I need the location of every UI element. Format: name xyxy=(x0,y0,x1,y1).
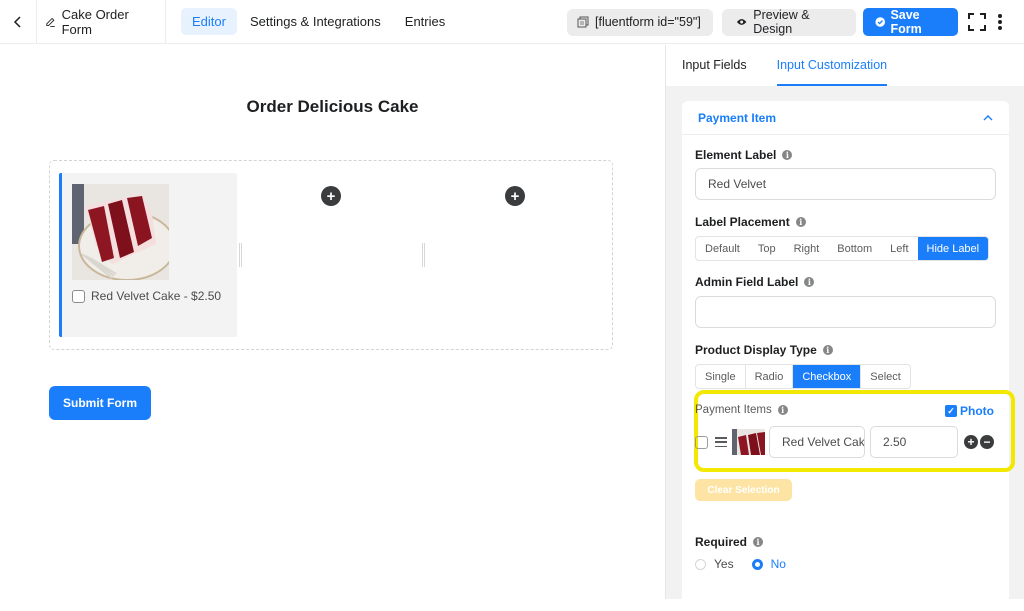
remove-item-icon[interactable]: − xyxy=(980,435,994,449)
preview-label: Preview & Design xyxy=(753,8,810,36)
photo-checkbox[interactable]: ✓ xyxy=(945,405,957,417)
product-checkbox[interactable] xyxy=(72,289,85,303)
shortcode-text: [fluentform id="59"] xyxy=(595,15,701,29)
photo-label: Photo xyxy=(960,404,994,418)
placement-bottom[interactable]: Bottom xyxy=(828,237,881,260)
more-options-icon[interactable] xyxy=(996,12,1004,32)
product-option[interactable]: Red Velvet Cake - $2.50 xyxy=(72,289,221,303)
product-display-type-text: Product Display Type xyxy=(695,343,817,357)
element-label-label: Element Label i xyxy=(695,148,793,162)
nav-settings-integrations[interactable]: Settings & Integrations xyxy=(239,8,392,35)
red-velvet-cake-image xyxy=(72,184,169,280)
required-no-label: No xyxy=(770,557,786,571)
display-single[interactable]: Single xyxy=(696,365,746,388)
header-actions: [fluentform id="59"] Preview & Design Sa… xyxy=(567,8,1024,36)
add-field-column-3-button[interactable]: + xyxy=(505,186,525,206)
product-label: Red Velvet Cake - $2.50 xyxy=(91,289,222,303)
column-resize-handle[interactable] xyxy=(239,243,242,267)
chevron-up-icon xyxy=(983,114,993,120)
placement-top[interactable]: Top xyxy=(749,237,785,260)
form-title[interactable]: Cake Order Form xyxy=(45,0,166,44)
placement-hide-label[interactable]: Hide Label xyxy=(917,237,989,260)
required-yes-label: Yes xyxy=(714,557,734,571)
form-heading: Order Delicious Cake xyxy=(246,97,419,116)
admin-field-label-input[interactable] xyxy=(695,296,996,328)
admin-field-label-text: Admin Field Label xyxy=(695,275,799,289)
product-display-type-selector: Single Radio Checkbox Select xyxy=(695,364,911,389)
column-container[interactable]: Red Velvet Cake - $2.50 + + xyxy=(49,160,613,350)
label-placement-label: Label Placement i xyxy=(695,215,806,229)
tab-input-fields[interactable]: Input Fields xyxy=(682,45,747,86)
required-text: Required xyxy=(695,535,748,549)
payment-item-panel: Payment Item Element Label i Red Velvet … xyxy=(682,101,1015,611)
payment-item-field[interactable]: Red Velvet Cake - $2.50 xyxy=(59,173,237,337)
back-button[interactable] xyxy=(0,0,37,44)
label-placement-selector: Default Top Right Bottom Left Hide Label xyxy=(695,236,990,261)
form-title-text: Cake Order Form xyxy=(61,7,129,37)
radio-circle[interactable] xyxy=(695,558,706,570)
clear-selection-button[interactable]: Clear Selection xyxy=(695,479,792,501)
required-radio-group: Yes No xyxy=(695,557,786,571)
settings-sidebar: Input Fields Input Customization Payment… xyxy=(665,45,1024,611)
element-label-text: Element Label xyxy=(695,148,777,162)
label-placement-text: Label Placement xyxy=(695,215,790,229)
eye-icon xyxy=(736,19,747,25)
add-field-column-2-button[interactable]: + xyxy=(321,186,341,206)
payment-item-price-input[interactable]: 2.50 xyxy=(870,426,958,458)
info-icon[interactable]: i xyxy=(777,405,788,415)
drag-handle-icon[interactable] xyxy=(715,437,727,447)
chevron-left-icon xyxy=(13,16,21,28)
payment-item-photo[interactable] xyxy=(732,429,765,455)
placement-default[interactable]: Default xyxy=(696,237,749,260)
photo-toggle[interactable]: ✓ Photo xyxy=(945,404,994,418)
check-circle-icon xyxy=(875,17,886,27)
radio-circle[interactable] xyxy=(751,558,763,570)
required-label: Required i xyxy=(695,535,764,549)
nav-entries[interactable]: Entries xyxy=(394,8,456,35)
panel-title: Payment Item xyxy=(698,110,777,125)
sidebar-tabs: Input Fields Input Customization xyxy=(666,45,1024,86)
panel-header[interactable]: Payment Item xyxy=(682,101,1009,135)
payment-item-name-input[interactable]: Red Velvet Cake xyxy=(769,426,865,458)
add-item-icon[interactable]: + xyxy=(964,435,978,449)
form-canvas: Order Delicious Cake Red Velvet Cake - $… xyxy=(0,45,665,599)
info-icon[interactable]: i xyxy=(782,150,793,160)
admin-field-label-label: Admin Field Label i xyxy=(695,275,815,289)
payment-item-default-checkbox[interactable] xyxy=(695,435,708,449)
info-icon[interactable]: i xyxy=(804,277,815,287)
display-radio[interactable]: Radio xyxy=(746,365,794,388)
nav-editor[interactable]: Editor xyxy=(181,8,237,35)
shortcode-copy-button[interactable]: [fluentform id="59"] xyxy=(567,8,713,36)
copy-icon xyxy=(577,16,589,28)
info-icon[interactable]: i xyxy=(795,217,806,227)
top-bar: Cake Order Form Editor Settings & Integr… xyxy=(0,0,1024,44)
save-form-button[interactable]: Save Form xyxy=(863,8,958,36)
payment-items-label: Payment Items i xyxy=(695,404,788,416)
preview-design-button[interactable]: Preview & Design xyxy=(722,8,856,36)
main-nav: Editor Settings & Integrations Entries xyxy=(181,8,456,35)
payment-item-row: Red Velvet Cake 2.50 + − xyxy=(695,426,994,458)
save-label: Save Form xyxy=(890,8,922,36)
product-display-type-label: Product Display Type i xyxy=(695,343,833,357)
plus-icon: + xyxy=(510,187,520,205)
placement-left[interactable]: Left xyxy=(881,237,917,260)
required-no-radio[interactable]: No xyxy=(751,557,786,571)
pencil-icon xyxy=(46,17,55,27)
tab-input-customization[interactable]: Input Customization xyxy=(776,45,888,86)
display-checkbox[interactable]: Checkbox xyxy=(793,365,862,388)
element-label-input[interactable]: Red Velvet xyxy=(695,168,996,200)
column-resize-handle[interactable] xyxy=(422,243,425,267)
placement-right[interactable]: Right xyxy=(785,237,829,260)
display-select[interactable]: Select xyxy=(861,365,910,388)
payment-items-text: Payment Items xyxy=(695,404,772,416)
submit-form-button[interactable]: Submit Form xyxy=(49,386,151,420)
info-icon[interactable]: i xyxy=(822,345,833,355)
fullscreen-icon[interactable] xyxy=(967,12,987,32)
plus-icon: + xyxy=(326,187,336,205)
required-yes-radio[interactable]: Yes xyxy=(695,557,734,571)
info-icon[interactable]: i xyxy=(753,537,764,547)
